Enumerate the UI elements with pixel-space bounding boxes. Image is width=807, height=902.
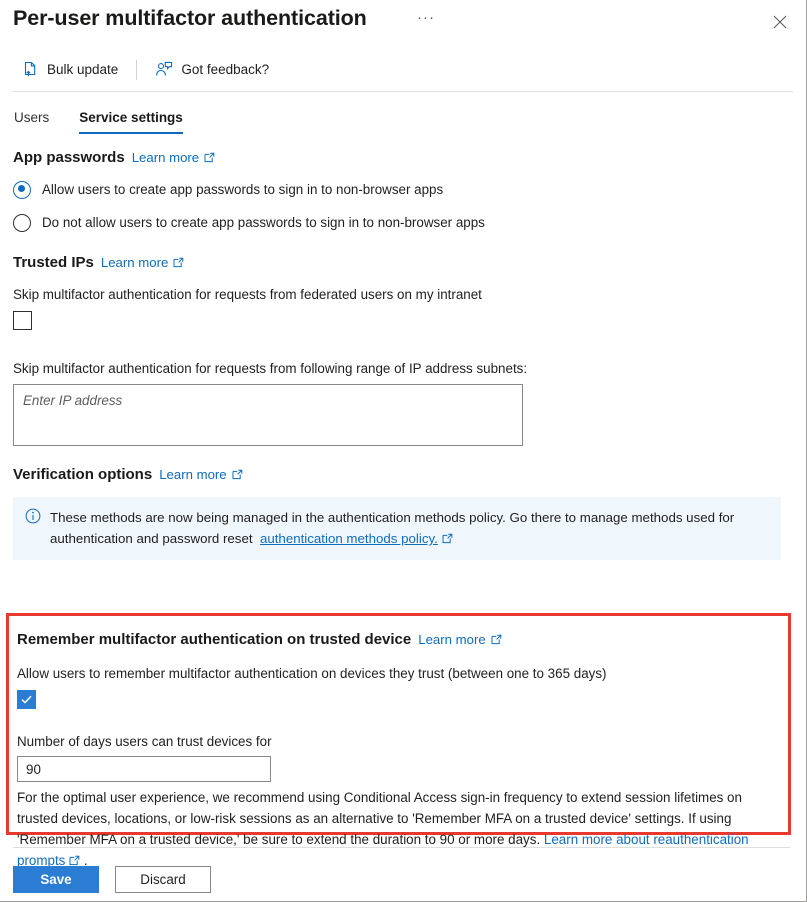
- blade-panel: Per-user multifactor authentication ··· …: [0, 0, 807, 902]
- bulk-update-button[interactable]: Bulk update: [13, 55, 127, 85]
- federated-users-checkbox[interactable]: [13, 311, 32, 330]
- settings-content: App passwords Learn more Allow users to …: [0, 149, 806, 560]
- bulk-update-label: Bulk update: [47, 62, 119, 77]
- command-bar-divider: [136, 59, 138, 80]
- external-link-icon: [442, 529, 453, 550]
- trusted-ips-learn-more-link[interactable]: Learn more: [101, 255, 184, 270]
- info-banner: These methods are now being managed in t…: [13, 497, 781, 560]
- info-icon: [25, 508, 41, 549]
- tab-service-settings[interactable]: Service settings: [67, 110, 195, 134]
- app-passwords-learn-more-label: Learn more: [131, 150, 200, 165]
- verification-options-heading: Verification options Learn more: [13, 466, 793, 483]
- radio-button-icon-unselected: [13, 213, 31, 232]
- blade-header: Per-user multifactor authentication ···: [0, 0, 806, 48]
- external-link-icon: [173, 256, 184, 271]
- person-feedback-icon: [155, 61, 173, 78]
- radio-disallow-app-passwords-label: Do not allow users to create app passwor…: [42, 215, 485, 230]
- save-button[interactable]: Save: [13, 866, 99, 893]
- external-link-icon: [491, 633, 502, 648]
- close-icon[interactable]: [767, 9, 793, 35]
- ip-subnets-label: Skip multifactor authentication for requ…: [13, 361, 528, 376]
- external-link-icon: [232, 468, 243, 483]
- ip-address-input[interactable]: [13, 384, 523, 446]
- got-feedback-button[interactable]: Got feedback?: [146, 55, 278, 85]
- remember-mfa-title: Remember multifactor authentication on t…: [17, 631, 412, 648]
- trusted-ips-title: Trusted IPs: [13, 254, 94, 271]
- remember-mfa-recommendation: For the optimal user experience, we reco…: [17, 787, 775, 871]
- remember-mfa-learn-more-link[interactable]: Learn more: [418, 632, 502, 648]
- remember-mfa-heading: Remember multifactor authentication on t…: [17, 631, 775, 648]
- tab-users[interactable]: Users: [13, 110, 67, 134]
- remember-mfa-learn-more-label: Learn more: [418, 632, 486, 647]
- verification-options-learn-more-link[interactable]: Learn more: [159, 467, 242, 482]
- app-passwords-heading: App passwords Learn more: [13, 149, 793, 166]
- got-feedback-label: Got feedback?: [181, 62, 270, 77]
- page-title: Per-user multifactor authentication: [13, 6, 367, 30]
- more-options-ellipsis[interactable]: ···: [417, 9, 435, 26]
- remember-mfa-checkbox[interactable]: [17, 690, 36, 709]
- info-banner-text-wrap: These methods are now being managed in t…: [50, 507, 769, 549]
- command-bar: Bulk update Got feedback?: [13, 48, 793, 92]
- radio-allow-app-passwords-label: Allow users to create app passwords to s…: [42, 182, 444, 197]
- trusted-ips-learn-more-label: Learn more: [100, 255, 169, 270]
- tab-users-label: Users: [14, 110, 50, 125]
- trusted-ips-heading: Trusted IPs Learn more: [13, 254, 793, 271]
- verification-options-learn-more-label: Learn more: [159, 467, 227, 482]
- app-passwords-learn-more-link[interactable]: Learn more: [132, 150, 215, 165]
- days-input[interactable]: [17, 756, 271, 782]
- radio-allow-app-passwords[interactable]: Allow users to create app passwords to s…: [13, 180, 793, 199]
- tab-service-settings-label: Service settings: [79, 110, 183, 125]
- tab-list: Users Service settings: [0, 92, 806, 134]
- app-passwords-title: App passwords: [13, 149, 125, 166]
- authentication-methods-policy-link[interactable]: authentication methods policy.: [260, 531, 438, 546]
- days-field-label: Number of days users can trust devices f…: [17, 734, 272, 749]
- federated-users-label: Skip multifactor authentication for requ…: [13, 287, 482, 302]
- remember-mfa-allow-label: Allow users to remember multifactor auth…: [17, 666, 607, 681]
- footer-divider: [13, 847, 790, 848]
- radio-disallow-app-passwords[interactable]: Do not allow users to create app passwor…: [13, 213, 793, 232]
- external-link-icon: [204, 151, 215, 166]
- discard-button[interactable]: Discard: [115, 866, 211, 893]
- document-upload-icon: [22, 61, 39, 78]
- verification-options-title: Verification options: [13, 466, 153, 483]
- radio-button-icon-selected: [13, 180, 31, 199]
- remember-mfa-section: Remember multifactor authentication on t…: [6, 613, 791, 868]
- footer-actions: Save Discard: [13, 866, 211, 893]
